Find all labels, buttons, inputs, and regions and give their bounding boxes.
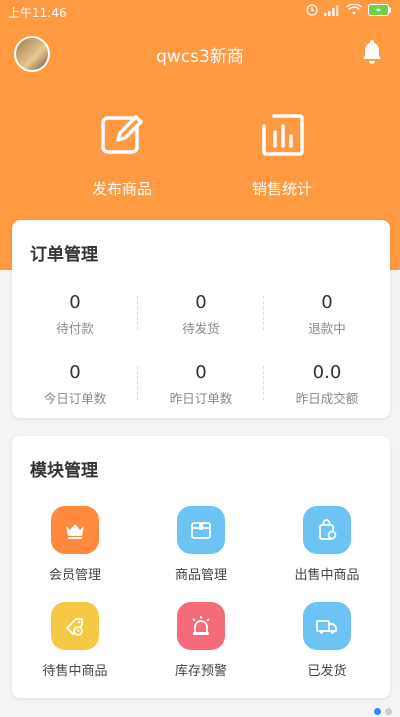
module-label: 库存预警	[174, 664, 227, 679]
stat-yesterday-turnover[interactable]: 0.0 昨日成交额	[264, 362, 390, 432]
stat-today-orders[interactable]: 0 今日订单数	[12, 362, 138, 432]
stat-label: 昨日成交额	[295, 391, 359, 406]
crown-icon	[51, 506, 99, 554]
stat-label: 昨日订单数	[169, 391, 233, 406]
truck-icon	[303, 602, 351, 650]
stat-value: 0	[69, 362, 81, 383]
battery-icon	[368, 4, 392, 19]
page-indicator	[374, 708, 392, 715]
sales-stats-button[interactable]: 销售统计	[222, 110, 342, 199]
bar-chart-icon	[262, 114, 304, 156]
page-dot-active[interactable]	[374, 708, 381, 715]
stat-pending-payment[interactable]: 0 待付款	[12, 292, 138, 362]
status-icons	[306, 3, 392, 19]
alarm-icon	[177, 602, 225, 650]
stat-yesterday-orders[interactable]: 0 昨日订单数	[138, 362, 264, 432]
order-stats: 0 待付款 0 待发货 0 退款中 0 今日订单数 0 昨日订单数 0.0 昨日…	[12, 292, 390, 432]
stat-refunding[interactable]: 0 退款中	[264, 292, 390, 362]
order-management-card: 订单管理 0 待付款 0 待发货 0 退款中 0 今日订单数 0 昨日订单数 0…	[12, 220, 390, 418]
module-pending-sale-products[interactable]: 待售中商品	[12, 602, 138, 698]
store-name: qwcs3新商	[156, 47, 244, 67]
publish-product-button[interactable]: 发布商品	[62, 110, 182, 199]
module-grid: 会员管理 商品管理 出售中商品 待售中商品 库存预警 已发货	[12, 506, 390, 698]
module-product-management[interactable]: 商品管理	[138, 506, 264, 602]
bell-icon[interactable]	[360, 38, 384, 64]
stat-value: 0	[195, 362, 207, 383]
sales-stats-label: 销售统计	[251, 180, 312, 198]
stat-value: 0	[69, 292, 81, 313]
module-inventory-warning[interactable]: 库存预警	[138, 602, 264, 698]
module-label: 商品管理	[174, 568, 227, 583]
module-label: 出售中商品	[294, 568, 360, 583]
status-time: 上午11:46	[8, 6, 67, 20]
module-label: 会员管理	[48, 568, 101, 583]
stat-label: 退款中	[308, 321, 346, 336]
module-management-title: 模块管理	[30, 461, 98, 481]
stat-label: 待发货	[182, 321, 220, 336]
module-shipped[interactable]: 已发货	[264, 602, 390, 698]
signal-icon	[324, 4, 340, 19]
edit-icon	[101, 115, 143, 154]
stat-value: 0	[195, 292, 207, 313]
module-label: 已发货	[307, 664, 347, 679]
stat-value: 0	[321, 292, 333, 313]
status-bar: 上午11:46	[0, 0, 400, 24]
alarm-status-icon	[306, 4, 318, 19]
tag-clock-icon	[51, 602, 99, 650]
stat-pending-shipment[interactable]: 0 待发货	[138, 292, 264, 362]
page-dot[interactable]	[385, 708, 392, 715]
stat-label: 今日订单数	[43, 391, 107, 406]
box-icon	[177, 506, 225, 554]
module-management-card: 模块管理 会员管理 商品管理 出售中商品 待售中商品 库存预警 已发货	[12, 436, 390, 698]
shopping-bag-icon	[303, 506, 351, 554]
module-label: 待售中商品	[42, 664, 108, 679]
module-member-management[interactable]: 会员管理	[12, 506, 138, 602]
wifi-icon	[345, 3, 363, 19]
publish-product-label: 发布商品	[91, 180, 152, 198]
stat-label: 待付款	[56, 321, 94, 336]
order-management-title: 订单管理	[30, 245, 98, 265]
stat-value: 0.0	[312, 362, 342, 383]
module-on-sale-products[interactable]: 出售中商品	[264, 506, 390, 602]
